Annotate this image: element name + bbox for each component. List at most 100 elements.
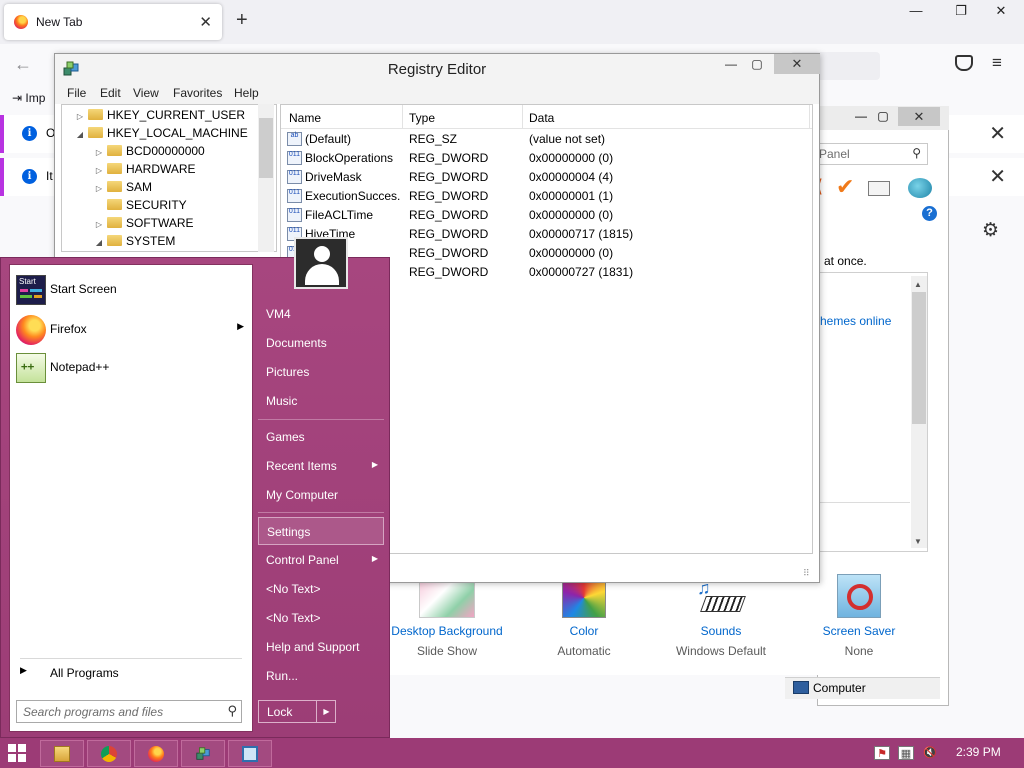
tree-node[interactable]: ◢ SYSTEM [62, 232, 276, 250]
column-data[interactable]: Data [529, 111, 554, 125]
import-bookmarks[interactable]: ⇥ Imp [12, 91, 45, 105]
tree-node[interactable]: ▷ HARDWARE [62, 160, 276, 178]
scroll-up-icon[interactable]: ▲ [914, 280, 922, 289]
minimize-button[interactable]: — [851, 109, 871, 123]
maximize-button[interactable]: ▢ [873, 109, 893, 123]
menu-favorites[interactable]: Favorites [173, 86, 222, 100]
scroll-down-icon[interactable]: ▼ [914, 537, 922, 546]
get-more-themes-link[interactable]: hemes online [820, 314, 891, 328]
tab-new-tab[interactable]: New Tab ✕ [4, 4, 222, 40]
start-search-input[interactable]: Search programs and files ⚲ [16, 700, 242, 723]
expand-toggle-icon[interactable]: ◢ [93, 234, 105, 251]
start-menu-item[interactable]: Games [258, 423, 384, 451]
control-panel-search[interactable]: Panel ⚲ [814, 143, 928, 165]
start-menu-item[interactable]: Documents [258, 329, 384, 357]
column-divider[interactable] [522, 105, 523, 129]
tab-close-icon[interactable]: ✕ [199, 13, 212, 31]
sounds-item[interactable]: ♫ Sounds Windows Default [656, 570, 786, 658]
menu-edit[interactable]: Edit [100, 86, 121, 100]
tree-node[interactable]: ▷ BCD00000000 [62, 142, 276, 160]
taskbar-remote-desktop[interactable] [228, 740, 272, 767]
table-row[interactable]: 011 ExecutionSucces... REG_DWORD 0x00000001… [281, 187, 812, 206]
tree-node[interactable]: ▷ HKEY_CURRENT_USER [62, 106, 276, 124]
table-row[interactable]: 011 HiveTime REG_DWORD 0x00000717 (1815) [281, 225, 812, 244]
maximize-button[interactable]: ▢ [744, 54, 770, 74]
lock-options-arrow-icon[interactable]: ▶ [316, 701, 336, 722]
lock-button[interactable]: Lock ▶ [258, 700, 336, 723]
registry-title-bar[interactable]: Registry Editor — ▢ ✕ [55, 54, 820, 84]
taskbar-chrome[interactable] [87, 740, 131, 767]
start-menu-item[interactable]: Control Panel ▶ [258, 546, 384, 574]
close-notification-icon[interactable]: ✕ [989, 164, 1006, 189]
taskbar-clock[interactable]: 2:39 PM [956, 745, 1001, 759]
start-menu-item[interactable]: <No Text> [258, 575, 384, 603]
start-item-notepad-plus-plus[interactable]: ++ Notepad++ [10, 349, 252, 385]
start-menu-item[interactable]: VM4 [258, 300, 384, 328]
network-icon[interactable]: ▦ [898, 746, 914, 760]
table-row[interactable]: 011 DriveMask REG_DWORD 0x00000004 (4) [281, 168, 812, 187]
resize-grip-icon[interactable]: ⠿ [803, 568, 810, 579]
color-link[interactable]: Color [519, 624, 649, 638]
close-window-button[interactable]: ✕ [986, 2, 1016, 20]
check-icon[interactable]: ✔ [836, 174, 854, 200]
minimize-button[interactable]: — [901, 2, 931, 20]
submenu-arrow-icon[interactable]: ▶ [237, 321, 244, 332]
search-icon[interactable]: ⚲ [227, 703, 237, 719]
volume-muted-icon[interactable]: 🔇 [922, 746, 938, 760]
action-center-icon[interactable]: ⚑ [874, 746, 890, 760]
start-menu-item-label: Music [266, 394, 298, 408]
close-button[interactable]: ✕ [774, 54, 820, 74]
table-row[interactable]: 011 BlockOperations REG_DWORD 0x00000000 (0… [281, 149, 812, 168]
screen-saver-link[interactable]: Screen Saver [794, 624, 924, 638]
color-item[interactable]: Color Automatic [519, 570, 649, 658]
globe-icon[interactable] [908, 178, 932, 198]
help-icon[interactable]: ? [922, 206, 937, 221]
table-row[interactable]: 011 FileACLTime REG_DWORD 0x00000000 (0) [281, 206, 812, 225]
expand-toggle-icon[interactable]: ◢ [74, 126, 86, 144]
start-menu-item[interactable]: My Computer [258, 481, 384, 509]
pocket-icon[interactable] [955, 55, 973, 71]
all-programs-button[interactable]: ▶ All Programs [10, 661, 252, 685]
menu-file[interactable]: File [67, 86, 86, 100]
taskbar-registry-editor[interactable] [181, 740, 225, 767]
new-tab-button[interactable]: + [236, 10, 248, 30]
tree-node[interactable]: ◢ HKEY_LOCAL_MACHINE [62, 124, 276, 142]
desktop-background-link[interactable]: Desktop Background [382, 624, 512, 638]
start-menu-item[interactable]: Settings [258, 517, 384, 545]
tree-node[interactable]: SECURITY [62, 196, 276, 214]
scrollbar-thumb[interactable] [912, 292, 926, 424]
app-menu-button[interactable]: ≡ [992, 53, 1002, 73]
column-divider[interactable] [402, 105, 403, 129]
start-menu-item[interactable]: <No Text> [258, 604, 384, 632]
avatar[interactable] [294, 237, 348, 289]
column-type[interactable]: Type [409, 111, 435, 125]
restore-button[interactable]: ❐ [946, 2, 976, 20]
start-menu-item[interactable]: Recent Items ▶ [258, 452, 384, 480]
tree-scrollbar-thumb[interactable] [259, 118, 273, 178]
start-menu-item[interactable]: Run... [258, 662, 384, 690]
table-row[interactable]: ab (Default) REG_SZ (value not set) [281, 130, 812, 149]
minimize-button[interactable]: — [718, 54, 744, 74]
start-menu-item[interactable]: Pictures [258, 358, 384, 386]
taskbar-file-explorer[interactable] [40, 740, 84, 767]
menu-help[interactable]: Help [234, 86, 259, 100]
desktop-background-item[interactable]: Desktop Background Slide Show [382, 570, 512, 658]
taskbar-firefox[interactable] [134, 740, 178, 767]
screen-saver-item[interactable]: Screen Saver None [794, 570, 924, 658]
close-button[interactable]: ✕ [898, 107, 940, 126]
column-divider[interactable] [809, 105, 810, 129]
column-name[interactable]: Name [289, 111, 321, 125]
gear-icon[interactable]: ⚙ [982, 219, 999, 242]
tree-node[interactable]: ▷ SAM [62, 178, 276, 196]
card-icon[interactable] [868, 181, 890, 196]
close-notification-icon[interactable]: ✕ [989, 121, 1006, 146]
start-menu-item[interactable]: Music [258, 387, 384, 415]
menu-view[interactable]: View [133, 86, 159, 100]
windows-start-button[interactable] [8, 744, 26, 762]
start-menu-item[interactable]: Help and Support [258, 633, 384, 661]
start-item-start-screen[interactable]: Start Start Screen [10, 271, 252, 307]
start-item-firefox[interactable]: Firefox ▶ [10, 311, 252, 347]
tree-node[interactable]: ▷ SOFTWARE [62, 214, 276, 232]
back-button[interactable]: ← [14, 54, 32, 75]
sounds-link[interactable]: Sounds [656, 624, 786, 638]
